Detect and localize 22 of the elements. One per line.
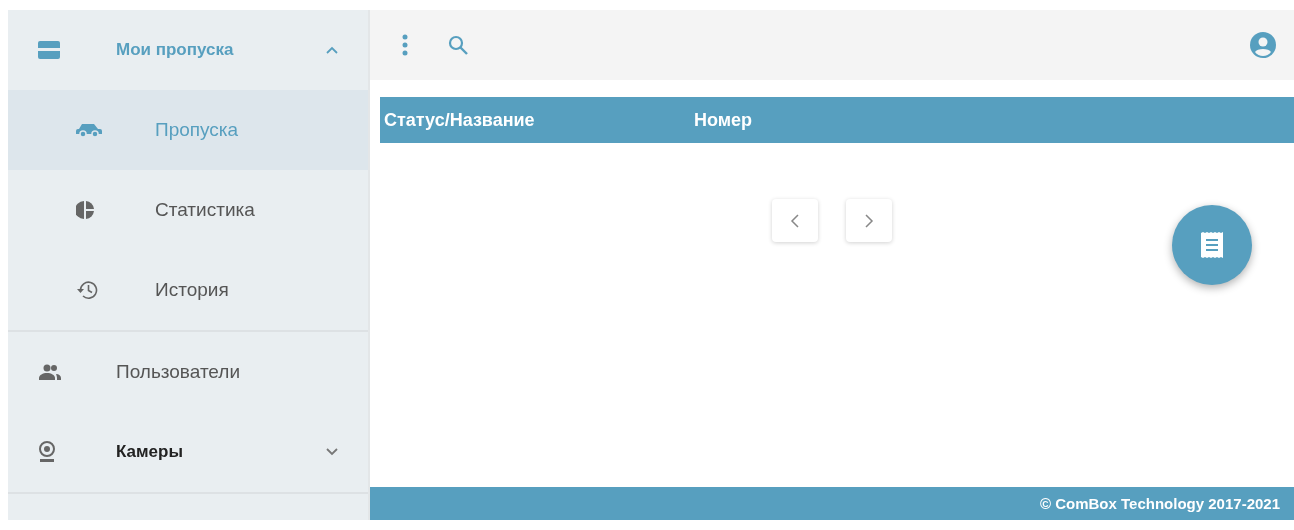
pie-chart-icon (76, 201, 94, 219)
column-header: Статус/Название (383, 109, 536, 131)
chevron-down-icon (326, 448, 338, 456)
column-header: Номер (694, 109, 753, 131)
menu-item[interactable]: Пользователи (8, 332, 368, 412)
chevron-up-icon (326, 46, 338, 54)
card-icon (38, 41, 60, 59)
chevron-left-icon (790, 212, 800, 229)
search-icon[interactable] (448, 35, 468, 55)
account-icon[interactable] (1250, 32, 1276, 58)
receipt-icon (1201, 232, 1223, 258)
copyright-text: © ComBox Technology 2017-2021 (1040, 495, 1280, 512)
people-icon (38, 364, 62, 380)
menu-item[interactable]: Статистика (8, 170, 368, 250)
history-icon (76, 280, 98, 300)
chevron-right-icon (864, 212, 874, 229)
menu-item[interactable]: История (8, 250, 368, 330)
floating-action-button[interactable] (1172, 205, 1252, 285)
menu-group[interactable]: Камеры (8, 412, 368, 492)
more-icon[interactable] (402, 34, 408, 56)
car-icon (76, 123, 102, 137)
webcam-icon (38, 441, 56, 463)
